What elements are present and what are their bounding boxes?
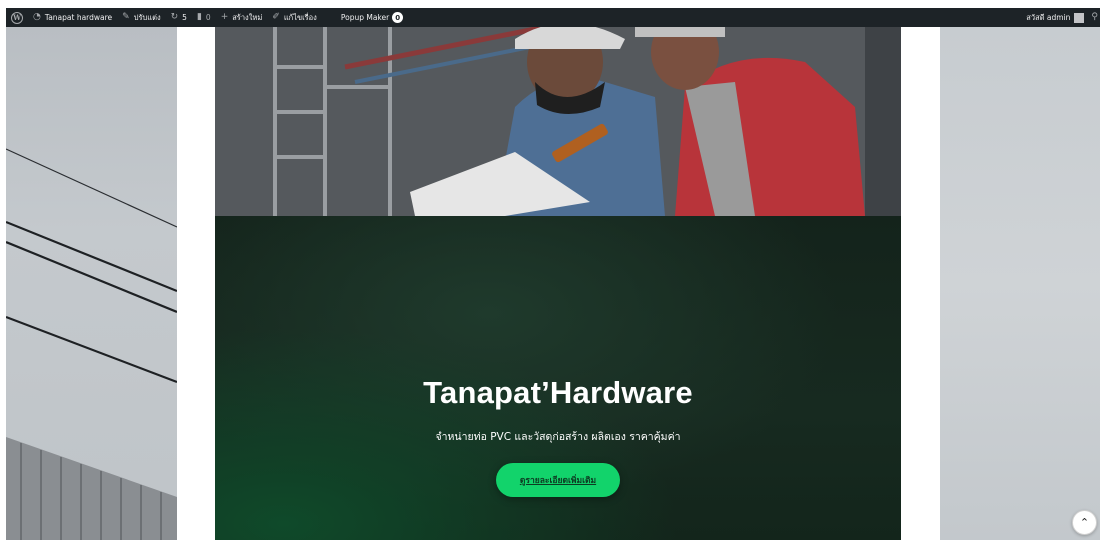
plus-icon: + (220, 12, 229, 22)
greeting: สวัสดี admin (1026, 12, 1071, 22)
pencil-icon: ✐ (272, 12, 280, 22)
search-icon: ⚲ (1091, 12, 1098, 22)
background-image-right (940, 27, 1100, 540)
wordpress-menu[interactable]: W (6, 8, 28, 27)
site-name-menu[interactable]: ◔ Tanapat hardware (28, 8, 117, 27)
comments-count: 0 (205, 13, 211, 22)
wordpress-icon: W (11, 11, 23, 24)
customize-menu[interactable]: ✎ ปรับแต่ง (117, 8, 165, 27)
chevron-up-icon: ⌃ (1079, 516, 1090, 529)
edit-label: แก้ไขเรื่อง (283, 12, 317, 22)
hero-subtitle: จำหน่ายท่อ PVC และวัสดุก่อสร้าง ผลิตเอง … (435, 431, 681, 443)
more-details-button[interactable]: ดูรายละเอียดเพิ่มเติม (496, 463, 620, 497)
popup-maker-label: Popup Maker (340, 13, 390, 22)
updates-count: 5 (182, 13, 187, 22)
dashboard-icon: ◔ (33, 12, 41, 22)
comments-menu[interactable]: ▮ 0 (192, 8, 216, 27)
comment-icon: ▮ (196, 12, 202, 22)
updates-icon: ↻ (170, 12, 179, 22)
search-menu[interactable]: ⚲ (1089, 8, 1100, 27)
hero-photo (215, 27, 901, 216)
power-lines-graphic (6, 148, 177, 540)
workers-photo-graphic (215, 27, 901, 216)
popup-count-badge: 0 (392, 12, 404, 23)
site-name: Tanapat hardware (44, 13, 113, 22)
hero-banner: Tanapat’Hardware จำหน่ายท่อ PVC และวัสดุ… (215, 216, 901, 540)
popup-maker-menu[interactable]: Popup Maker 0 (336, 8, 408, 27)
admin-bar: W ◔ Tanapat hardware ✎ ปรับแต่ง ↻ 5 ▮ 0 … (6, 8, 1100, 27)
edit-post-menu[interactable]: ✐ แก้ไขเรื่อง (267, 8, 322, 27)
scroll-to-top-button[interactable]: ⌃ (1072, 510, 1097, 535)
my-account-menu[interactable]: สวัสดี admin (1021, 8, 1089, 27)
new-content-menu[interactable]: + สร้างใหม่ (216, 8, 268, 27)
brush-icon: ✎ (122, 12, 130, 22)
updates-menu[interactable]: ↻ 5 (166, 8, 192, 27)
customize-label: ปรับแต่ง (133, 12, 161, 22)
hero-title: Tanapat’Hardware (423, 375, 693, 410)
user-avatar (1074, 12, 1085, 23)
new-label: สร้างใหม่ (232, 12, 263, 22)
